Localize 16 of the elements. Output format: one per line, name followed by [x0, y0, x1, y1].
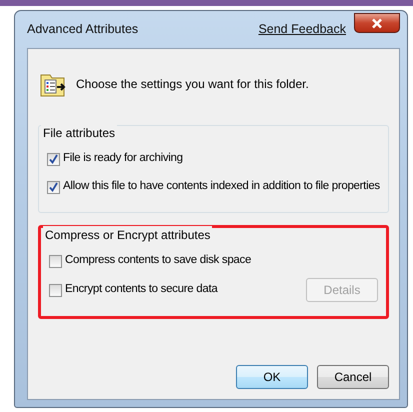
close-button[interactable] [354, 12, 400, 32]
checkbox-label[interactable]: File is ready for archiving [63, 150, 183, 168]
checkbox[interactable] [49, 254, 62, 268]
send-feedback-link[interactable]: Send Feedback [258, 20, 346, 39]
checkbox[interactable] [47, 180, 60, 194]
ok-button[interactable]: OK [236, 365, 308, 389]
checkbox[interactable] [49, 284, 62, 296]
checkbox-label[interactable]: Compress contents to save disk space [65, 252, 252, 270]
checkbox-label[interactable]: Encrypt contents to secure data [65, 281, 218, 299]
checkbox-label[interactable]: Allow this file to have contents indexed in addition to file properties [63, 178, 380, 196]
close-icon [371, 18, 383, 30]
instruction-text: Choose the settings you want for this folder. [76, 76, 309, 93]
group-title: Compress or Encrypt attributes [43, 226, 212, 244]
window-title: Advanced Attributes [27, 21, 138, 38]
checkbox[interactable] [47, 152, 60, 166]
cancel-button[interactable]: Cancel [317, 365, 389, 389]
